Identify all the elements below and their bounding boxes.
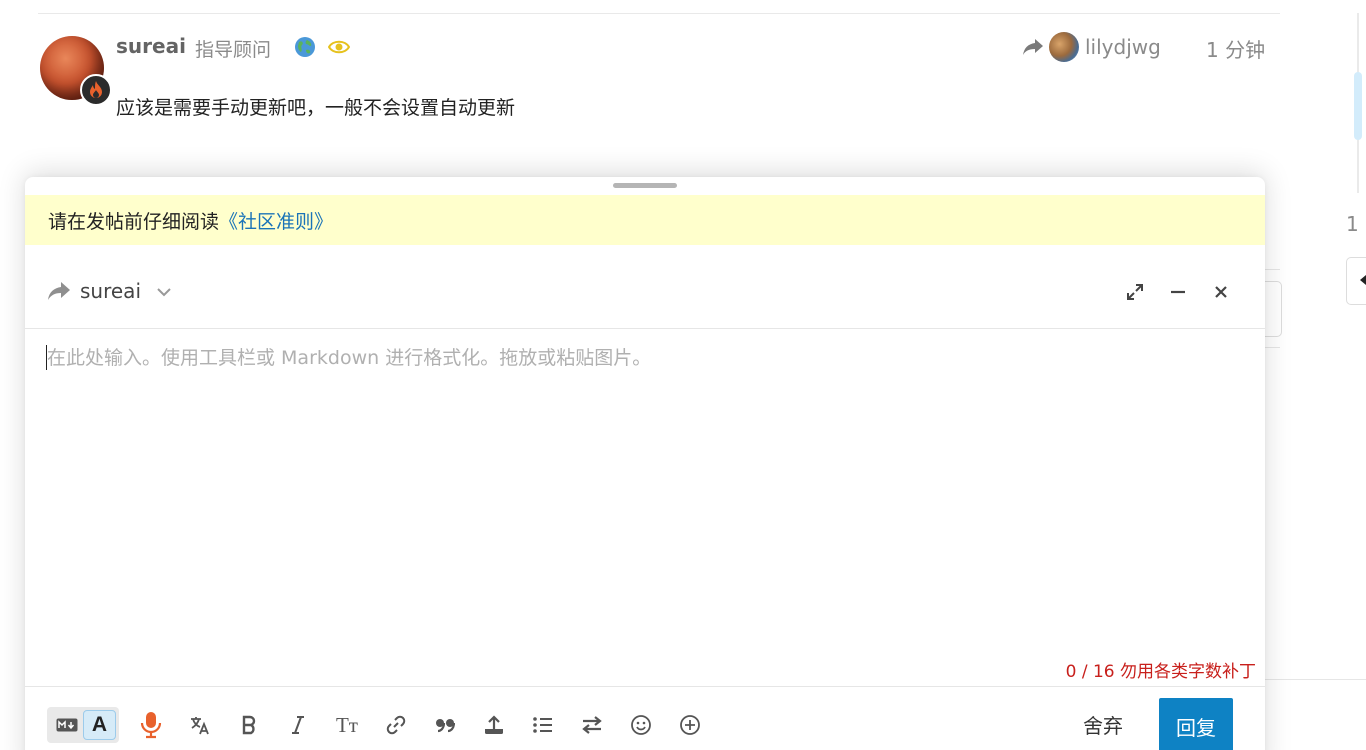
quote-button[interactable]	[429, 709, 461, 741]
reply-button[interactable]: 回复	[1159, 698, 1233, 750]
link-button[interactable]	[380, 709, 412, 741]
reply-editor[interactable]	[45, 337, 1245, 657]
upload-icon	[485, 715, 503, 734]
list-icon	[533, 717, 552, 733]
post-avatar-wrap[interactable]	[40, 36, 112, 106]
reply-target-user[interactable]: sureai	[80, 279, 141, 303]
expand-icon	[1127, 284, 1143, 300]
reply-to-avatar[interactable]	[1049, 32, 1079, 62]
reply-button-label: 回复	[1176, 716, 1216, 740]
minus-icon	[1171, 290, 1185, 294]
fullscreen-button[interactable]	[1122, 279, 1148, 305]
editor-mode-toggle[interactable]: A	[47, 707, 119, 743]
resize-grip[interactable]	[613, 183, 677, 188]
eye-icon	[328, 40, 350, 54]
post-divider	[38, 13, 1280, 14]
timeline-time: 1 分	[1346, 212, 1366, 236]
text-caret	[46, 345, 47, 370]
minimize-button[interactable]	[1165, 279, 1191, 305]
close-icon	[1215, 286, 1227, 298]
chevron-down-icon[interactable]	[155, 283, 173, 301]
post-username[interactable]: sureai	[116, 34, 186, 58]
close-button[interactable]	[1208, 279, 1234, 305]
reply-action-icon[interactable]	[47, 281, 71, 301]
rich-text-mode-button[interactable]: A	[83, 710, 116, 740]
discard-button[interactable]: 舍弃	[1083, 710, 1123, 739]
bullet-list-button[interactable]	[527, 709, 559, 741]
italic-icon	[292, 716, 304, 734]
toggle-direction-button[interactable]	[576, 709, 608, 741]
link-icon	[386, 715, 406, 735]
divider	[25, 686, 1265, 687]
emoji-button[interactable]	[625, 709, 657, 741]
italic-button[interactable]	[282, 709, 314, 741]
reply-composer: 请在发帖前仔细阅读 《社区准则》 sureai 在此处输入。使用工具栏或 Mar…	[25, 177, 1265, 750]
bold-button[interactable]	[233, 709, 265, 741]
markdown-mode-icon[interactable]	[51, 711, 83, 739]
guidelines-link[interactable]: 《社区准则》	[219, 207, 333, 234]
post-body: 应该是需要手动更新吧，一般不会设置自动更新	[116, 97, 516, 119]
exchange-icon	[582, 716, 602, 734]
flame-icon	[80, 74, 112, 106]
microphone-button[interactable]	[135, 709, 167, 741]
reply-arrow-icon	[1023, 39, 1043, 55]
heading-button[interactable]: Tт	[331, 709, 363, 741]
char-count: 0 / 16 勿用各类字数补丁	[1065, 662, 1256, 682]
arrow-left-icon	[1360, 275, 1366, 285]
heading-icon: Tт	[335, 712, 358, 737]
guidelines-notice: 请在发帖前仔细阅读 《社区准则》	[25, 195, 1265, 245]
user-title: 指导顾问	[195, 39, 272, 61]
divider	[1265, 679, 1366, 680]
microphone-icon	[140, 712, 162, 739]
translate-icon	[191, 717, 209, 735]
quote-icon	[436, 719, 455, 733]
divider	[25, 328, 1265, 329]
translate-button[interactable]	[184, 709, 216, 741]
plus-circle-icon	[680, 715, 700, 735]
upload-button[interactable]	[478, 709, 510, 741]
post: sureai 指导顾问 lilydjwg 1 分钟 应该是需要手动更新吧，一般不…	[38, 30, 1280, 130]
globe-icon	[295, 37, 315, 57]
more-options-button[interactable]	[674, 709, 706, 741]
reply-to-link[interactable]: lilydjwg	[1022, 30, 1161, 64]
notice-text: 请在发帖前仔细阅读	[48, 210, 220, 233]
reply-to-username[interactable]: lilydjwg	[1085, 35, 1161, 59]
bold-icon	[242, 715, 256, 735]
post-time[interactable]: 1 分钟	[1206, 34, 1265, 63]
timeline-handle[interactable]	[1354, 72, 1362, 140]
page: sureai 指导顾问 lilydjwg 1 分钟 应该是需要手动更新吧，一般不…	[0, 0, 1366, 750]
smile-icon	[631, 715, 651, 735]
composer-header: sureai	[25, 269, 1265, 315]
